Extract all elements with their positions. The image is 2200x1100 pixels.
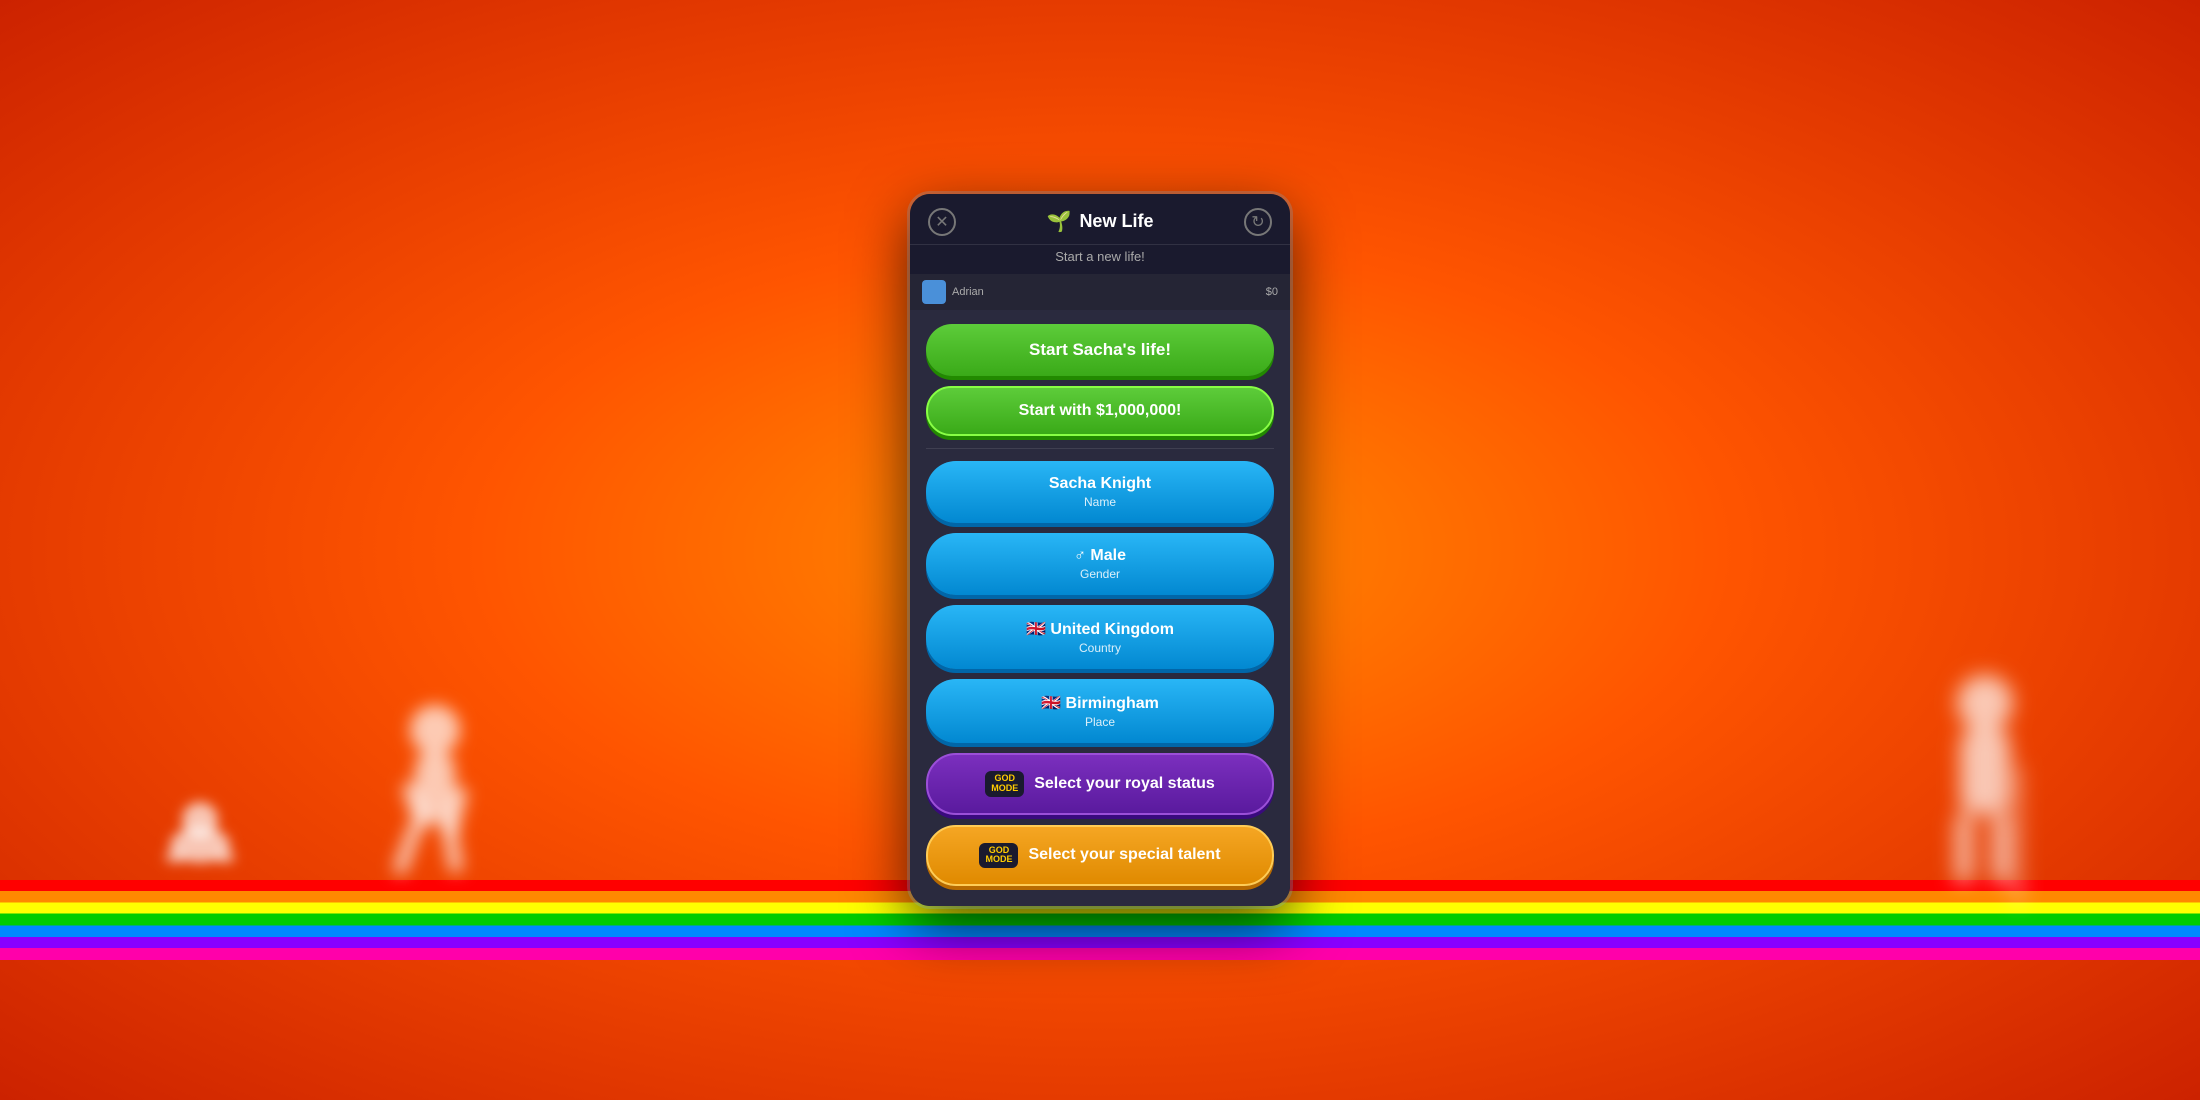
royal-badge-line2: MODE [991, 784, 1018, 794]
close-button[interactable]: ✕ [928, 208, 956, 236]
place-button[interactable]: 🇬🇧 Birmingham Place [926, 679, 1274, 743]
divider-1 [926, 448, 1274, 449]
modal-title: New Life [1079, 211, 1153, 232]
money-label: $0 [1266, 286, 1278, 298]
talent-label: Select your special talent [1028, 846, 1220, 864]
refresh-button[interactable]: ↻ [1244, 208, 1272, 236]
talent-badge-line2: MODE [985, 855, 1012, 865]
place-main-text: 🇬🇧 Birmingham [1041, 693, 1159, 713]
modal-overlay: ✕ 🌱 New Life ↻ Start a new life! Adrian … [0, 0, 2200, 1100]
royal-god-mode-badge: GOD MODE [985, 771, 1024, 797]
talent-button[interactable]: GOD MODE Select your special talent [926, 825, 1274, 887]
country-button[interactable]: 🇬🇧 United Kingdom Country [926, 605, 1274, 669]
new-life-modal: ✕ 🌱 New Life ↻ Start a new life! Adrian … [910, 194, 1290, 907]
modal-subtitle: Start a new life! [910, 245, 1290, 274]
name-button[interactable]: Sacha Knight Name [926, 461, 1274, 523]
country-main-text: 🇬🇧 United Kingdom [1026, 619, 1174, 639]
title-emoji: 🌱 [1047, 209, 1072, 234]
royal-label: Select your royal status [1034, 775, 1215, 793]
country-sub-text: Country [1079, 641, 1121, 655]
talent-god-mode-badge: GOD MODE [979, 843, 1018, 869]
username-label: Adrian [952, 286, 984, 298]
royal-status-button[interactable]: GOD MODE Select your royal status [926, 753, 1274, 815]
start-million-button[interactable]: Start with $1,000,000! [926, 386, 1274, 436]
top-bar-left: Adrian [922, 280, 984, 304]
name-sub-text: Name [1084, 495, 1116, 509]
top-bar: Adrian $0 [910, 274, 1290, 310]
place-sub-text: Place [1085, 715, 1115, 729]
name-main-text: Sacha Knight [1049, 475, 1151, 493]
modal-title-area: 🌱 New Life [1047, 209, 1154, 234]
avatar [922, 280, 946, 304]
start-life-button[interactable]: Start Sacha's life! [926, 324, 1274, 376]
modal-body: Start Sacha's life! Start with $1,000,00… [910, 310, 1290, 907]
gender-main-text: ♂ Male [1074, 547, 1126, 565]
modal-header: ✕ 🌱 New Life ↻ [910, 194, 1290, 245]
gender-sub-text: Gender [1080, 567, 1120, 581]
gender-button[interactable]: ♂ Male Gender [926, 533, 1274, 595]
